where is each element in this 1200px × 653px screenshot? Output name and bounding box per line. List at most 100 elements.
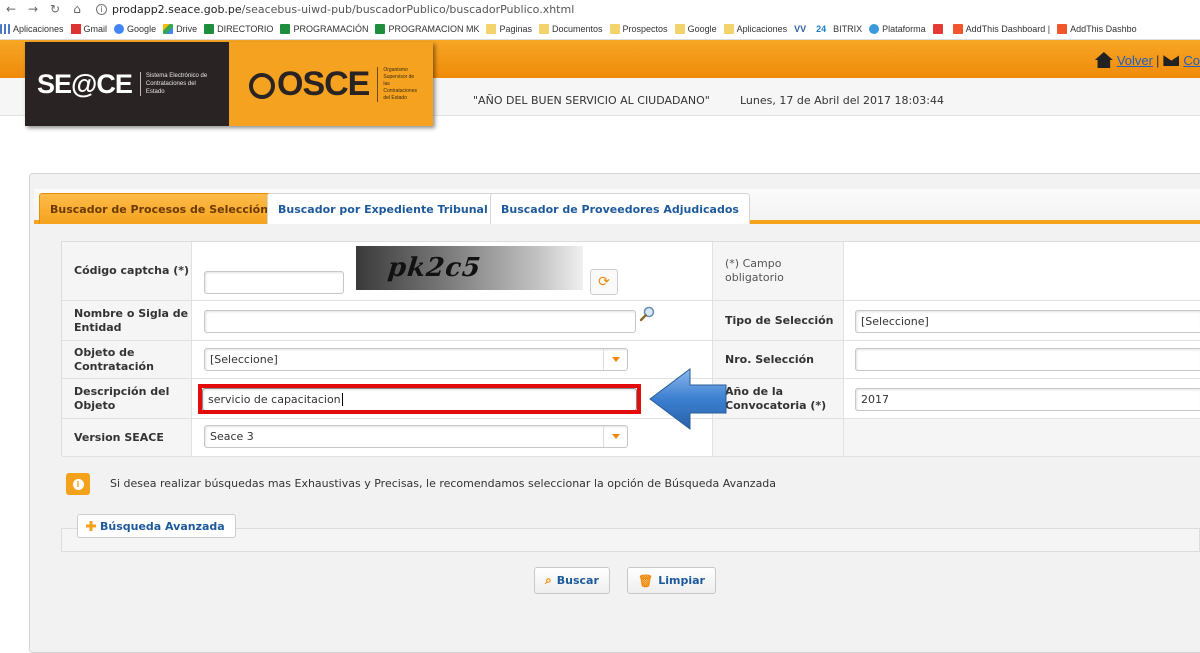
tab-expediente-tribunal[interactable]: Buscador por Expediente Tribunal (267, 193, 499, 224)
folder-icon (723, 24, 734, 34)
bookmarks-bar: Aplicaciones Gmail Google Drive DIRECTORIO PR… (0, 20, 1200, 38)
bookmark-item[interactable]: VV (794, 24, 809, 34)
forward-icon[interactable]: → (26, 2, 40, 16)
bookmark-item[interactable]: Plataforma (869, 24, 926, 34)
bookmark-item[interactable]: Documentos (539, 24, 603, 34)
bookmark-item[interactable]: Paginas (486, 24, 532, 34)
header-datetime: Lunes, 17 de Abril del 2017 18:03:44 (740, 94, 944, 107)
back-icon[interactable]: ← (4, 2, 18, 16)
bookmark-item[interactable]: 24 BITRIX (816, 24, 862, 34)
bookmark-label: Plataforma (882, 24, 926, 34)
sheets-icon (375, 24, 386, 34)
seace-logo-text: SE@CE (37, 68, 133, 99)
limpiar-button[interactable]: 🗑 Limpiar (627, 567, 716, 594)
mail-icon[interactable] (1163, 54, 1180, 66)
osce-logo-subtitle: Organismo Supervisor de las Contratacion… (377, 66, 421, 102)
version-select[interactable]: Seace 3 (204, 425, 628, 448)
tab-procesos-seleccion[interactable]: Buscador de Procesos de Selección (39, 193, 280, 224)
tipo-label: Tipo de Selección (713, 301, 844, 341)
reload-icon[interactable]: ↻ (48, 2, 62, 16)
anio-input[interactable]: 2017 (855, 388, 1200, 411)
search-icon: ⌕ (545, 573, 552, 587)
url-host: prodapp2.seace.gob.pe (112, 2, 242, 16)
info-icon[interactable]: i (96, 3, 107, 15)
chevron-down-icon (603, 349, 627, 370)
buscar-button[interactable]: ⌕ Buscar (534, 567, 610, 594)
vw-icon: VV (794, 24, 807, 34)
bookmark-label: DIRECTORIO (217, 24, 274, 34)
osce-logo-text: OSCE (249, 64, 370, 104)
captcha-image: pk2c5 (356, 246, 583, 290)
bookmark-item[interactable]: PROGRAMACION MK (375, 24, 479, 34)
trash-icon: 🗑 (638, 573, 654, 588)
bookmark-item[interactable]: Aplicaciones (723, 24, 788, 34)
chevron-down-icon (603, 426, 627, 447)
plus-icon (86, 521, 96, 531)
home-icon[interactable]: ⌂ (70, 2, 84, 16)
version-select-value: Seace 3 (210, 430, 254, 443)
volver-link[interactable]: Volver (1117, 53, 1153, 68)
empty-cell (844, 419, 1200, 457)
bookmark-item[interactable]: Aplicaciones (0, 24, 64, 34)
bookmark-label: Drive (176, 24, 198, 34)
apps-icon (0, 24, 10, 34)
entidad-label: Nombre o Sigla de Entidad (62, 301, 192, 341)
entidad-input[interactable] (204, 310, 636, 333)
nav-buttons: ← → ↻ ⌂ (0, 2, 84, 16)
seace-logo[interactable]: SE@CE Sistema Electrónico de Contratacio… (25, 42, 229, 126)
osce-logo-word: OSCE (277, 64, 370, 103)
bookmark-item[interactable]: Prospectos (609, 24, 668, 34)
search-entity-icon[interactable] (639, 306, 655, 322)
bookmark-label: PROGRAMACIÓN (293, 24, 369, 34)
bookmark-label: Aplicaciones (13, 24, 64, 34)
tab-strip: Buscador de Procesos de Selección Buscad… (34, 189, 1200, 224)
sheets-icon (280, 24, 291, 34)
browser-chrome: ← → ↻ ⌂ i prodapp2.seace.gob.pe/seacebus… (0, 0, 1200, 40)
folder-icon (674, 24, 685, 34)
bookmark-label: Prospectos (622, 24, 668, 34)
link-separator: | (1155, 52, 1160, 68)
captcha-input[interactable] (204, 271, 344, 294)
address-bar: ← → ↻ ⌂ i prodapp2.seace.gob.pe/seacebus… (0, 0, 1200, 18)
bookmark-item[interactable]: Google (674, 24, 717, 34)
bookmark-label: BITRIX (833, 24, 863, 34)
sheets-icon (204, 24, 215, 34)
google-icon (114, 24, 125, 34)
osce-logo[interactable]: OSCE Organismo Supervisor de las Contrat… (229, 42, 433, 126)
tipo-select[interactable]: [Seleccione] (855, 310, 1200, 333)
bookmark-label: Paginas (499, 24, 532, 34)
url-field[interactable]: i prodapp2.seace.gob.pe/seacebus-uiwd-pu… (96, 3, 574, 16)
refresh-icon: ⟳ (598, 274, 610, 290)
nro-input[interactable] (855, 348, 1200, 371)
bookmark-item[interactable]: Drive (163, 24, 197, 34)
contact-link[interactable]: Co (1183, 53, 1200, 68)
pointer-arrow-icon (649, 368, 727, 430)
home-icon[interactable] (1094, 52, 1113, 68)
highlight-box (198, 384, 641, 414)
folder-icon (539, 24, 549, 34)
version-label: Version SEACE (62, 419, 192, 457)
bookmark-item[interactable]: AddThis Dashbo (1057, 24, 1137, 34)
bookmark-item[interactable] (932, 24, 946, 34)
bookmark-label: PROGRAMACION MK (388, 24, 480, 34)
bookmark-item[interactable]: PROGRAMACIÓN (280, 24, 368, 34)
bookmark-item[interactable]: Gmail (70, 24, 107, 34)
refresh-captcha-button[interactable]: ⟳ (590, 269, 618, 295)
info-message: Si desea realizar búsquedas mas Exhausti… (110, 477, 777, 490)
tab-proveedores-adjudicados[interactable]: Buscador de Proveedores Adjudicados (490, 193, 750, 224)
objeto-select[interactable]: [Seleccione] (204, 348, 628, 371)
info-icon: i (66, 473, 90, 495)
objeto-label: Objeto de Contratación (62, 341, 192, 379)
addthis-icon (1057, 24, 1068, 34)
bookmark-label: Google (127, 24, 157, 34)
bookmark-item[interactable]: AddThis Dashboard | (952, 24, 1051, 34)
bookmark-item[interactable]: DIRECTORIO (204, 24, 273, 34)
bookmark-label: AddThis Dashboard | (965, 24, 1051, 34)
limpiar-label: Limpiar (658, 574, 705, 587)
folder-icon (486, 24, 497, 34)
bookmark-label: Aplicaciones (736, 24, 788, 34)
advanced-search-button[interactable]: Búsqueda Avanzada (77, 514, 236, 538)
bookmark-item[interactable]: Google (114, 24, 156, 34)
plataforma-icon (869, 24, 880, 34)
flash-icon (932, 24, 943, 34)
